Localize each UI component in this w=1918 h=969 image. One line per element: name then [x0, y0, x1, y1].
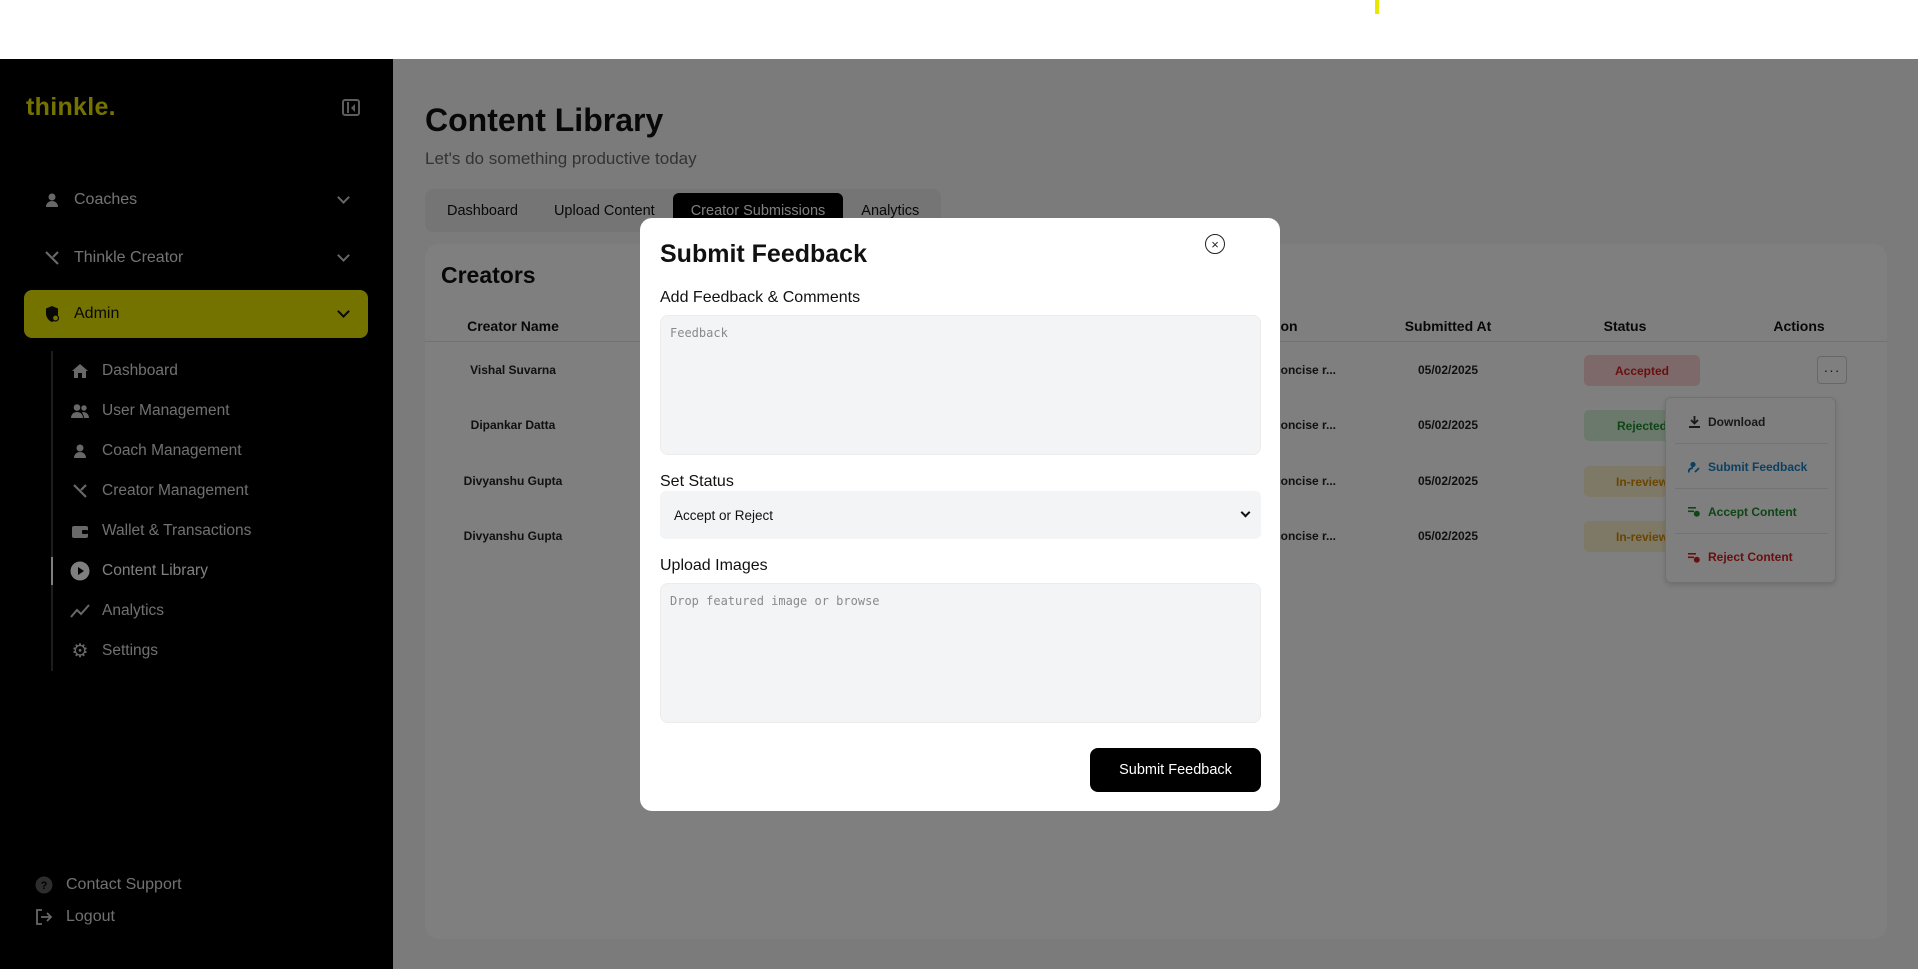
modal-title: Submit Feedback [660, 240, 867, 268]
close-icon[interactable]: × [1205, 234, 1225, 254]
feedback-textarea[interactable]: Feedback [660, 315, 1261, 455]
status-select[interactable]: Accept or Reject [660, 491, 1261, 539]
status-select-value: Accept or Reject [674, 507, 774, 523]
chevron-down-icon [1240, 507, 1251, 518]
image-upload-dropzone[interactable]: Drop featured image or browse [660, 583, 1261, 723]
submit-feedback-button[interactable]: Submit Feedback [1090, 748, 1261, 792]
submit-feedback-modal: Submit Feedback × Add Feedback & Comment… [640, 218, 1280, 811]
status-label: Set Status [660, 473, 734, 490]
feedback-label: Add Feedback & Comments [660, 289, 861, 306]
upload-label: Upload Images [660, 557, 768, 574]
top-bar [0, 0, 1918, 59]
top-marker [1375, 0, 1379, 14]
